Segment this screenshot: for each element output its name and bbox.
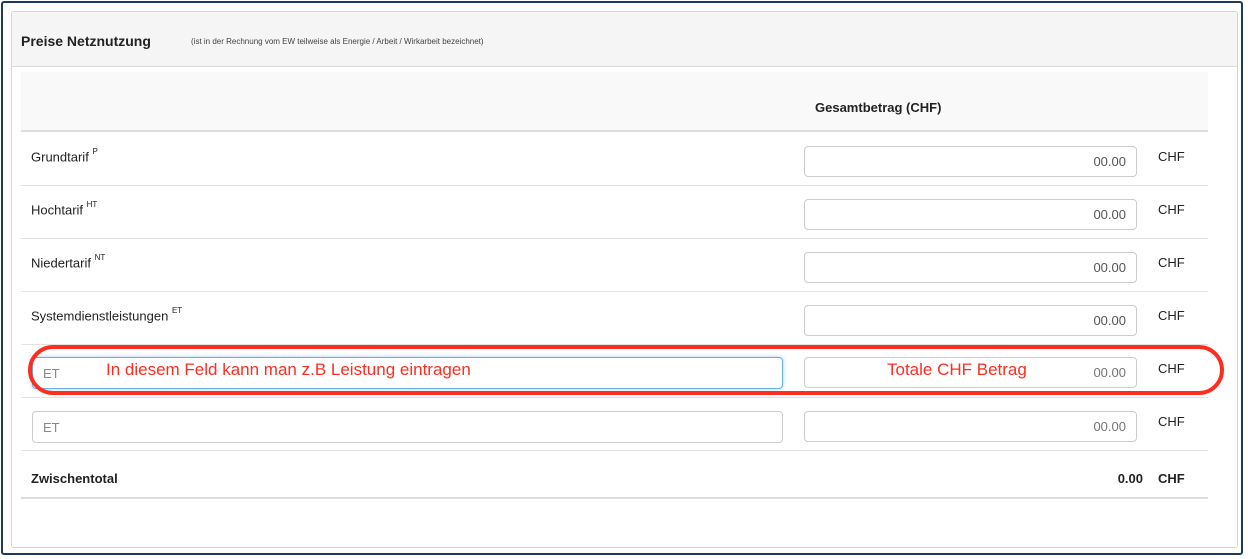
unit-label: CHF	[1158, 202, 1185, 217]
custom-label-input[interactable]	[32, 411, 783, 443]
row-label-sup: HT	[86, 200, 98, 209]
column-header-total: Gesamtbetrag (CHF)	[815, 100, 942, 115]
unit-label: CHF	[1158, 255, 1185, 270]
table-header: Gesamtbetrag (CHF)	[21, 72, 1208, 132]
hochtarif-amount-input[interactable]	[804, 199, 1137, 230]
niedertarif-amount-input[interactable]	[804, 252, 1137, 283]
subtotal-label: Zwischentotal	[31, 471, 118, 486]
subtotal-value: 0.00	[1117, 471, 1143, 486]
panel-note: (ist in der Rechnung vom EW teilweise al…	[191, 37, 484, 46]
table-row-custom-2: CHF	[21, 397, 1208, 451]
row-label-sup: NT	[94, 253, 106, 262]
row-label-sup: ET	[171, 306, 183, 315]
table-row-hochtarif: Hochtarif HT CHF	[21, 185, 1208, 239]
row-label: Hochtarif HT	[31, 200, 98, 218]
grundtarif-amount-input[interactable]	[804, 146, 1137, 177]
unit-label: CHF	[1158, 361, 1185, 376]
custom-amount-input[interactable]	[804, 357, 1137, 388]
custom-amount-input[interactable]	[804, 411, 1137, 442]
subtotal-unit: CHF	[1158, 471, 1185, 486]
panel-title: Preise Netznutzung	[21, 33, 151, 49]
systemdienstleistungen-amount-input[interactable]	[804, 305, 1137, 336]
unit-label: CHF	[1158, 414, 1185, 429]
custom-label-input[interactable]	[32, 357, 783, 389]
unit-label: CHF	[1158, 308, 1185, 323]
table-row-niedertarif: Niedertarif NT CHF	[21, 238, 1208, 292]
table-row-systemdienstleistungen: Systemdienstleistungen ET CHF	[21, 291, 1208, 345]
row-label-sup: P	[92, 147, 98, 156]
unit-label: CHF	[1158, 149, 1185, 164]
table-row-custom-1: CHF	[21, 344, 1208, 398]
table-row-grundtarif: Grundtarif P CHF	[21, 132, 1208, 186]
row-label: Grundtarif P	[31, 147, 98, 165]
row-label: Niedertarif NT	[31, 253, 106, 271]
subtotal-row: Zwischentotal 0.00 CHF	[21, 455, 1208, 499]
panel-heading: Preise Netznutzung (ist in der Rechnung …	[12, 12, 1237, 67]
row-label: Systemdienstleistungen ET	[31, 306, 183, 324]
